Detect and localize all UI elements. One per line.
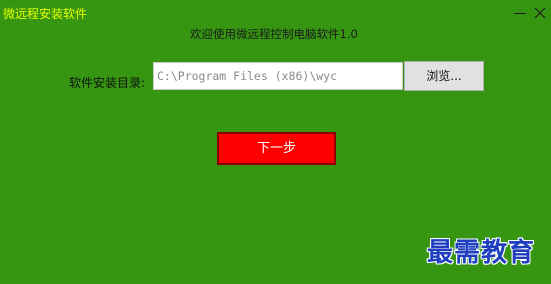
watermark-logo: 最需教育 <box>427 238 536 268</box>
welcome-text: 欢迎使用微远程控制电脑软件1.0 <box>190 27 358 41</box>
installer-window: 微远程安装软件 欢迎使用微远程控制电脑软件1.0 软件安装目录: 浏览... 下… <box>0 0 551 284</box>
install-dir-label: 软件安装目录: <box>69 76 146 90</box>
install-dir-input[interactable] <box>153 62 403 90</box>
next-button[interactable]: 下一步 <box>217 132 336 165</box>
close-button[interactable] <box>530 3 550 23</box>
close-icon <box>534 7 546 19</box>
window-title: 微远程安装软件 <box>3 7 88 21</box>
minimize-icon <box>514 13 526 14</box>
minimize-button[interactable] <box>510 3 530 23</box>
browse-button[interactable]: 浏览... <box>404 61 484 91</box>
